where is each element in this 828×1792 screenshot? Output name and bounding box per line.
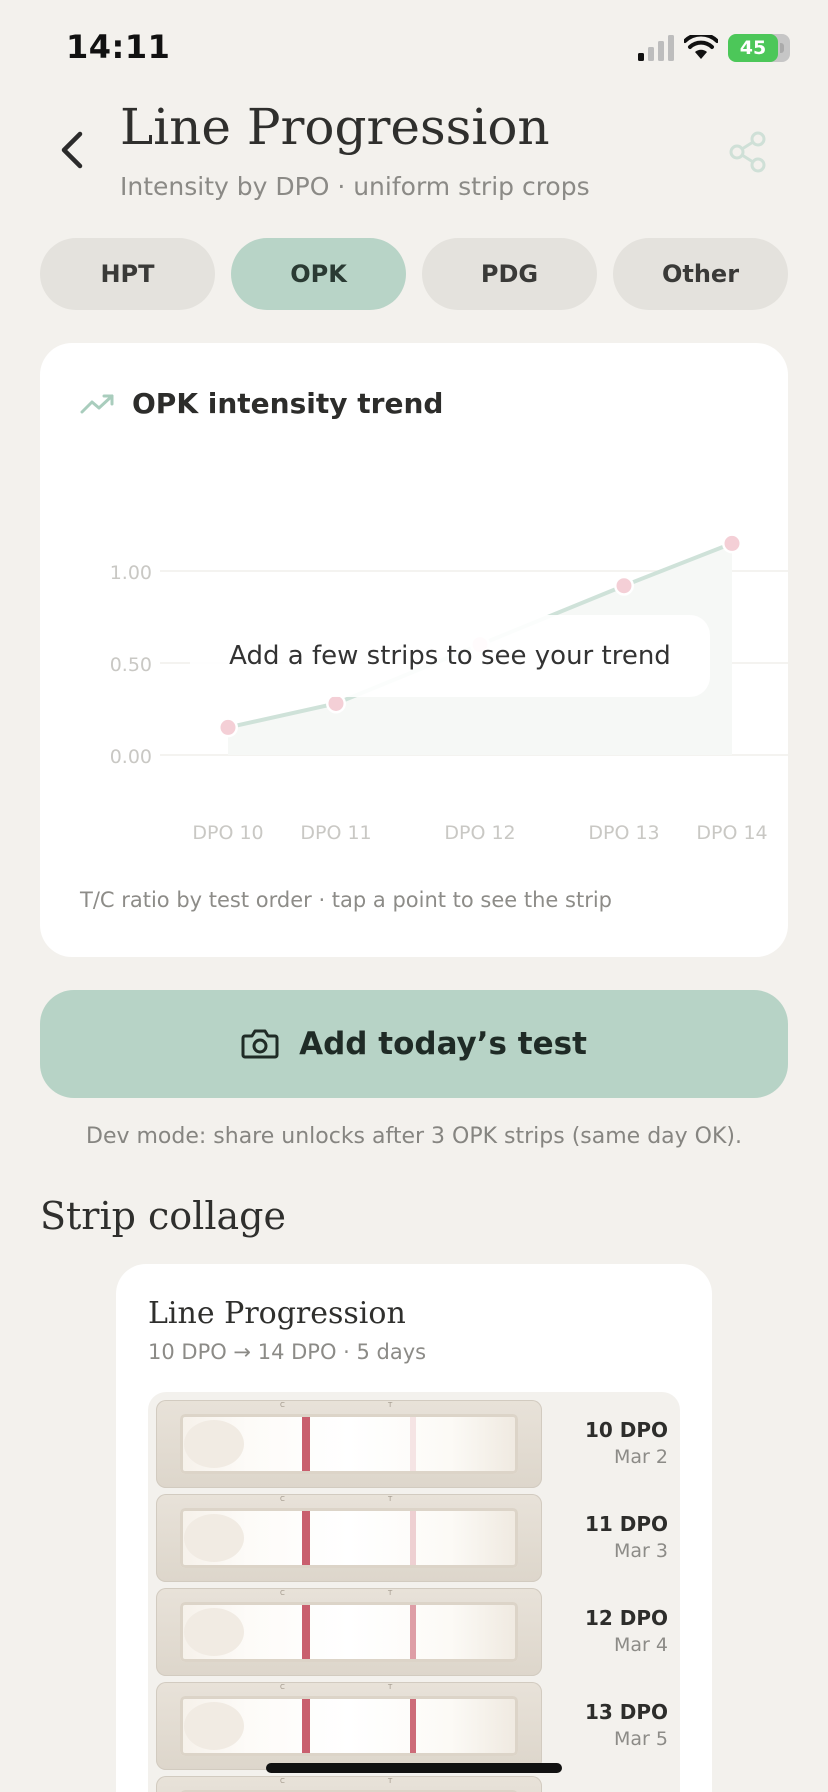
strip-dpo-label: 11 DPO <box>584 1512 668 1536</box>
strip-list: C T 10 DPO Mar 2 C T 11 DPO Mar 3 C T 12 DPO Mar 4C… <box>148 1392 680 1792</box>
page-subtitle: Intensity by DPO · uniform strip crops <box>120 172 590 201</box>
control-line <box>302 1699 310 1753</box>
control-line <box>302 1417 310 1471</box>
strip-result-window <box>180 1414 518 1474</box>
strip-dpo-label: 13 DPO <box>584 1700 668 1724</box>
cellular-signal-icon <box>638 35 674 61</box>
test-line <box>410 1417 416 1471</box>
add-todays-test-label: Add today’s test <box>299 1026 587 1062</box>
wifi-icon <box>684 35 718 59</box>
strip-result-window <box>180 1602 518 1662</box>
test-line <box>410 1699 416 1753</box>
data-point <box>616 578 632 594</box>
y-tick-label: 0.50 <box>110 654 152 676</box>
test-strip-image: CT <box>156 1400 542 1488</box>
strip-sample-pad <box>184 1420 244 1468</box>
test-strip-image: CT <box>156 1776 542 1792</box>
home-indicator <box>266 1763 562 1773</box>
strip-row[interactable]: C T 13 DPO Mar 5 <box>156 1682 676 1770</box>
test-line <box>410 1605 416 1659</box>
battery-indicator: 45 <box>728 34 784 62</box>
control-mark-label: C <box>280 1589 285 1597</box>
chart-title: OPK intensity trend <box>132 387 444 420</box>
trend-chart-card: 1.00 0.50 0.00 DPO 10 DPO 11 DPO 12 DPO 13 DPO … <box>40 343 788 957</box>
status-icons: 45 <box>638 34 790 62</box>
strip-row[interactable]: C T 11 DPO Mar 3 <box>156 1494 676 1582</box>
test-type-tabs: HPT OPK PDG Other <box>40 238 788 310</box>
x-tick-label: DPO 12 <box>444 822 515 844</box>
data-point <box>220 719 236 735</box>
strip-row[interactable]: CT14 DPOMar 6 <box>156 1776 676 1792</box>
y-tick-label: 1.00 <box>110 562 152 584</box>
strip-collage-card[interactable]: Line Progression 10 DPO → 14 DPO · 5 day… <box>116 1264 712 1792</box>
strip-date-label: Mar 2 <box>614 1446 668 1468</box>
y-tick-label: 0.00 <box>110 746 152 768</box>
strip-collage-heading: Strip collage <box>40 1194 286 1238</box>
tab-opk[interactable]: OPK <box>231 238 406 310</box>
add-todays-test-button[interactable]: Add today’s test <box>40 990 788 1098</box>
test-strip-image: CT <box>156 1682 542 1770</box>
strip-sample-pad <box>184 1514 244 1562</box>
x-tick-label: DPO 11 <box>300 822 371 844</box>
test-mark-label: T <box>388 1401 393 1409</box>
control-mark-label: C <box>280 1683 285 1691</box>
test-mark-label: T <box>388 1683 393 1691</box>
strip-result-window <box>180 1508 518 1568</box>
control-mark-label: C <box>280 1401 285 1409</box>
strip-date-label: Mar 3 <box>614 1540 668 1562</box>
x-tick-label: DPO 13 <box>588 822 659 844</box>
control-line <box>302 1511 310 1565</box>
empty-trend-message: Add a few strips to see your trend <box>190 615 710 697</box>
test-mark-label: T <box>388 1777 393 1785</box>
page-title: Line Progression <box>120 98 550 156</box>
strip-sample-pad <box>184 1702 244 1750</box>
x-tick-label: DPO 10 <box>192 822 263 844</box>
strip-row[interactable]: C T 12 DPO Mar 4 <box>156 1588 676 1676</box>
chart-header: OPK intensity trend <box>80 387 443 420</box>
dev-mode-note: Dev mode: share unlocks after 3 OPK stri… <box>86 1124 742 1149</box>
strip-dpo-label: 12 DPO <box>584 1606 668 1630</box>
data-point <box>328 695 344 711</box>
strip-row[interactable]: C T 10 DPO Mar 2 <box>156 1400 676 1488</box>
x-tick-label: DPO 14 <box>696 822 767 844</box>
trend-up-icon <box>80 394 114 413</box>
camera-icon <box>241 1029 279 1059</box>
back-chevron-icon[interactable] <box>56 128 88 172</box>
control-mark-label: C <box>280 1495 285 1503</box>
strip-result-window <box>180 1696 518 1756</box>
status-time: 14:11 <box>66 28 171 66</box>
chart-footnote: T/C ratio by test order · tap a point to… <box>80 888 613 912</box>
test-mark-label: T <box>388 1589 393 1597</box>
data-point <box>724 535 740 551</box>
test-line <box>410 1511 416 1565</box>
strip-date-label: Mar 4 <box>614 1634 668 1656</box>
share-icon[interactable] <box>728 130 768 174</box>
strip-date-label: Mar 5 <box>614 1728 668 1750</box>
strip-dpo-label: 10 DPO <box>584 1418 668 1442</box>
collage-title: Line Progression <box>148 1296 406 1331</box>
collage-subtitle: 10 DPO → 14 DPO · 5 days <box>148 1340 427 1364</box>
tab-other[interactable]: Other <box>613 238 788 310</box>
tab-hpt[interactable]: HPT <box>40 238 215 310</box>
control-line <box>302 1605 310 1659</box>
control-mark-label: C <box>280 1777 285 1785</box>
test-strip-image: CT <box>156 1494 542 1582</box>
test-mark-label: T <box>388 1495 393 1503</box>
test-strip-image: CT <box>156 1588 542 1676</box>
tab-pdg[interactable]: PDG <box>422 238 597 310</box>
strip-sample-pad <box>184 1608 244 1656</box>
